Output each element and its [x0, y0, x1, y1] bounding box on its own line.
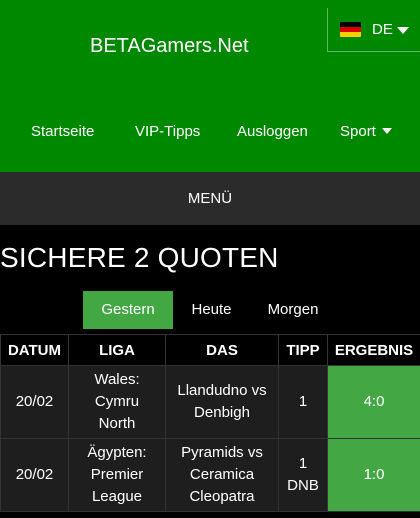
league-line: Wales: [94, 371, 140, 388]
chevron-down-icon [397, 27, 409, 34]
tab-morgen[interactable]: Morgen [252, 291, 334, 329]
date-cell: 20/02 [0, 365, 69, 439]
match-cell: Pyramids vs Ceramica Cleopatra [165, 438, 279, 512]
date-cell: 20/02 [0, 438, 69, 512]
league-line: League [91, 488, 143, 505]
nav-sport-label: Sport [340, 123, 376, 140]
league-cell: Wales: Cymru North [68, 365, 166, 439]
league-line: North [98, 415, 136, 432]
table-row: 20/02 Ägypten: Premier League Pyramids v… [0, 438, 420, 512]
result-cell: 1:0 [327, 438, 420, 512]
match-cell: Llandudno vs Denbigh [165, 365, 279, 439]
nav-sport-dropdown[interactable]: Sport [340, 123, 392, 140]
tip-cell: 1 [278, 365, 328, 439]
column-header-liga: LIGA [68, 334, 166, 366]
site-logo-text[interactable]: BETAGamers.Net [90, 35, 249, 58]
table-row: 20/02 Wales: Cymru North Llandudno vs De… [0, 365, 420, 439]
tip-cell: 1 DNB [278, 438, 328, 512]
nav-startseite[interactable]: Startseite [31, 123, 94, 140]
match-line: Llandudno vs [177, 382, 267, 399]
menu-toggle[interactable]: MENÜ [0, 172, 420, 225]
column-header-tipp: TIPP [278, 334, 328, 366]
page-title: SICHERE 2 QUOTEN [0, 242, 279, 273]
table-header-row: DATUM LIGA DAS TIPP ERGEBNIS [0, 334, 420, 366]
match-line: Pyramids vs [181, 444, 263, 461]
tip-line: DNB [287, 477, 319, 494]
column-header-datum: DATUM [0, 334, 69, 366]
germany-flag-icon [340, 22, 361, 37]
match-line: Cleopatra [189, 488, 255, 505]
language-selector[interactable]: DE [327, 8, 420, 52]
site-header: BETAGamers.Net DE Startseite VIP-Tipps A… [0, 0, 420, 172]
predictions-table: DATUM LIGA DAS TIPP ERGEBNIS 20/02 Wales… [0, 334, 420, 512]
language-code: DE [372, 21, 393, 38]
league-line: Cymru [94, 393, 140, 410]
result-cell: 4:0 [327, 365, 420, 439]
match-line: Denbigh [194, 404, 250, 421]
match-line: Ceramica [189, 466, 255, 483]
column-header-das: DAS [165, 334, 279, 366]
nav-vip-tipps[interactable]: VIP-Tipps [135, 123, 200, 140]
league-line: Premier [90, 466, 144, 483]
tab-gestern[interactable]: Gestern [83, 291, 173, 329]
column-header-ergebnis: ERGEBNIS [327, 334, 420, 366]
league-line: Ägypten: [87, 444, 147, 461]
tip-line: 1 [298, 393, 308, 410]
chevron-down-icon [381, 128, 392, 134]
league-cell: Ägypten: Premier League [68, 438, 166, 512]
tip-line: 1 [298, 455, 308, 472]
nav-ausloggen[interactable]: Ausloggen [237, 123, 308, 140]
tab-heute[interactable]: Heute [175, 291, 248, 329]
